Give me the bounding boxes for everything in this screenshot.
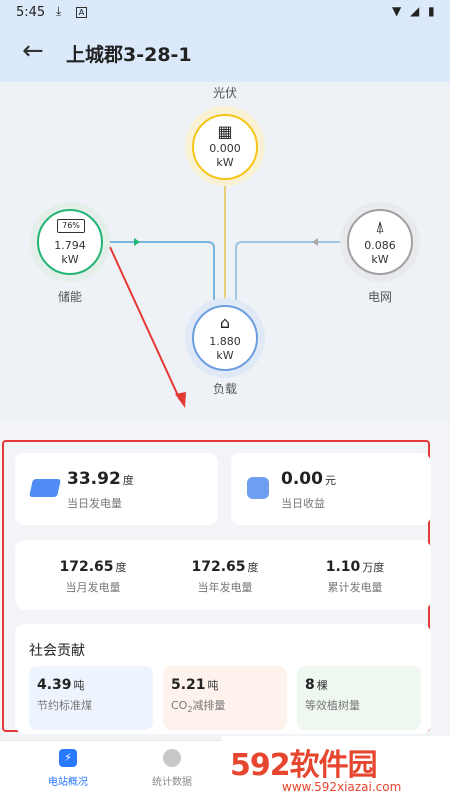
app-notification-icon: A <box>76 7 87 18</box>
social-title: 社会贡献 <box>29 643 85 659</box>
coal-label: 节约标准煤 <box>37 699 92 712</box>
battery-icon: ▮ <box>428 4 435 18</box>
pv-node[interactable]: ▦ 0.000 kW <box>192 114 258 180</box>
month-gen-unit: 度 <box>115 561 127 574</box>
today-income-unit: 元 <box>324 474 336 487</box>
pie-chart-icon <box>163 749 181 767</box>
coal-unit: 吨 <box>73 679 85 692</box>
watermark-url: www.592xiazai.com <box>282 780 402 794</box>
tab-station-overview[interactable]: ⚡ 电站概况 <box>18 749 118 788</box>
year-gen-stat: 172.65 度 当年发电量 <box>165 556 285 595</box>
load-node[interactable]: ⌂ 1.880 kW <box>192 305 258 371</box>
month-gen-stat: 172.65 度 当月发电量 <box>33 556 153 595</box>
tab-statistics-label: 统计数据 <box>152 777 192 788</box>
load-label: 负载 <box>212 382 237 396</box>
tree-unit: 棵 <box>316 679 328 692</box>
pv-value: 0.000 <box>209 142 241 155</box>
generation-totals-card: 172.65 度 当月发电量 172.65 度 当年发电量 1.10 万度 累计发电量 <box>15 540 431 610</box>
total-gen-label: 累计发电量 <box>327 581 383 594</box>
coal-saving-item: 4.39 吨 节约标准煤 <box>29 666 153 730</box>
storage-value: 1.794 <box>54 239 86 252</box>
year-gen-value: 172.65 <box>191 559 246 575</box>
tab-statistics[interactable]: 统计数据 <box>122 749 222 788</box>
coal-value: 4.39 <box>37 677 72 693</box>
watermark: 592软件园 www.592xiazai.com <box>222 736 450 800</box>
total-gen-stat: 1.10 万度 累计发电量 <box>295 556 415 595</box>
month-gen-value: 172.65 <box>59 559 114 575</box>
storage-battery-icon: 76% <box>57 219 85 233</box>
total-gen-unit: 万度 <box>362 561 385 574</box>
energy-flow-diagram: 光伏 ▦ 0.000 kW 76% 1.794 kW 储能 ⍋ 0.086 kW… <box>0 82 450 422</box>
co2-reduction-item: 5.21 吨 CO2减排量 <box>163 666 287 730</box>
total-gen-value: 1.10 <box>325 559 361 575</box>
today-gen-unit: 度 <box>122 474 134 487</box>
grid-label: 电网 <box>367 290 392 304</box>
tree-value: 8 <box>305 677 315 693</box>
signal-icon: ◢ <box>410 4 420 18</box>
today-income-value: 0.00 <box>281 469 323 489</box>
tree-label: 等效植树量 <box>305 699 360 712</box>
load-value: 1.880 <box>209 335 241 348</box>
grid-node[interactable]: ⍋ 0.086 kW <box>347 209 413 275</box>
today-income-label: 当日收益 <box>281 497 325 510</box>
tab-station-overview-label: 电站概况 <box>48 777 88 788</box>
storage-label: 储能 <box>57 290 82 304</box>
home-power-icon: ⌂ <box>219 313 231 332</box>
wifi-icon: ▼ <box>392 4 402 18</box>
grid-value: 0.086 <box>364 239 396 252</box>
year-gen-label: 当年发电量 <box>197 581 253 594</box>
social-contribution-card: 社会贡献 4.39 吨 节约标准煤 5.21 吨 CO2减排量 8棵 等效植树量 <box>15 624 431 734</box>
co2-label: CO2减排量 <box>171 699 226 715</box>
page-title: 上城郡3-28-1 <box>66 44 192 66</box>
year-gen-unit: 度 <box>247 561 259 574</box>
grid-unit: kW <box>371 253 389 266</box>
coin-stack-icon <box>247 477 269 499</box>
pv-label: 光伏 <box>212 86 237 100</box>
status-bar: 5:45 ⤓ A ▼ ◢ ▮ <box>0 0 450 26</box>
storage-unit: kW <box>61 253 79 266</box>
today-income-card[interactable]: 0.00 元 当日收益 <box>231 453 431 525</box>
back-arrow-icon[interactable]: ← <box>22 36 52 66</box>
co2-value: 5.21 <box>171 677 206 693</box>
co2-unit: 吨 <box>207 679 219 692</box>
load-unit: kW <box>216 349 234 362</box>
status-time: 5:45 <box>16 5 46 20</box>
lightning-icon: ⚡ <box>59 749 77 767</box>
watermark-brand: 592软件园 <box>230 748 378 783</box>
month-gen-label: 当月发电量 <box>65 581 121 594</box>
solar-panel-icon: ▦ <box>217 122 233 141</box>
tree-equivalent-item: 8棵 等效植树量 <box>297 666 421 730</box>
today-gen-label: 当日发电量 <box>67 497 122 510</box>
storage-node[interactable]: 76% 1.794 kW <box>37 209 103 275</box>
solar-panel-icon <box>29 479 61 497</box>
pv-unit: kW <box>216 156 234 169</box>
today-gen-value: 33.92 <box>67 469 121 489</box>
power-tower-icon: ⍋ <box>375 217 385 236</box>
app-bar: ← 上城郡3-28-1 <box>0 30 450 76</box>
download-icon: ⤓ <box>56 4 62 18</box>
today-generation-card[interactable]: 33.92 度 当日发电量 <box>15 453 218 525</box>
